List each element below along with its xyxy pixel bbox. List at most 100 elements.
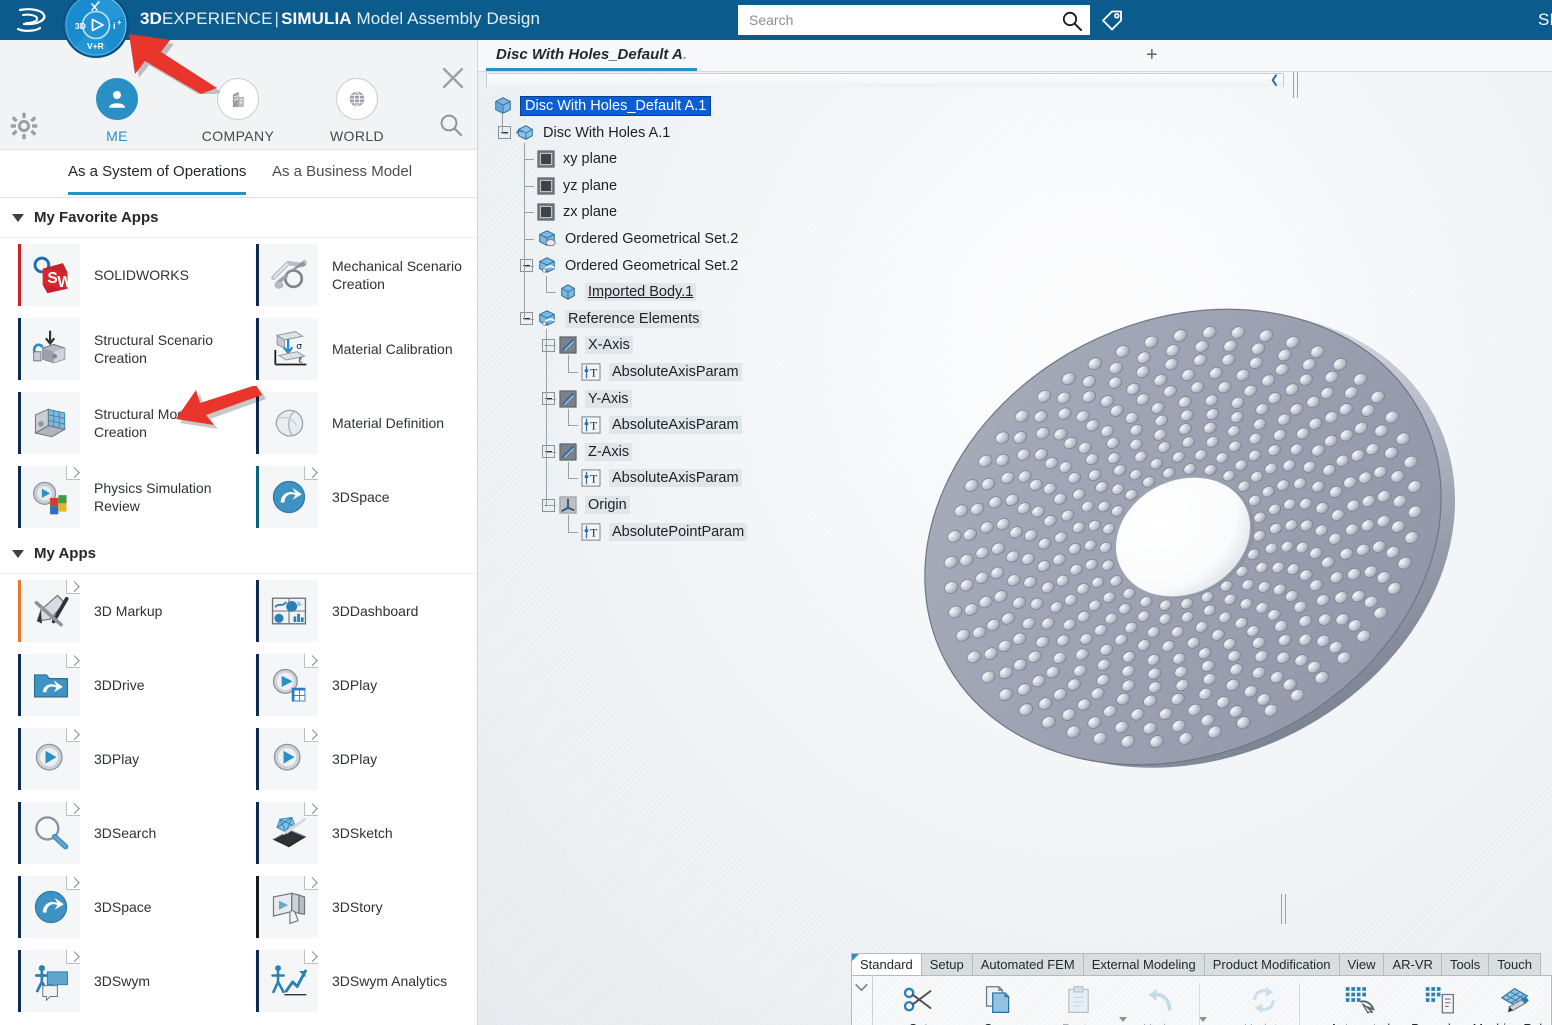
action-bar-tab[interactable]: Product Modification xyxy=(1203,953,1340,975)
tree-node[interactable]: Reference Elements xyxy=(520,307,703,331)
shortcut-corner-icon xyxy=(66,654,80,668)
tag-icon[interactable] xyxy=(1100,8,1124,32)
app-item[interactable]: Structural Model Creation xyxy=(0,386,238,460)
3d-compass[interactable]: 3D i + V+R xyxy=(61,0,131,60)
tree-splitter-handle[interactable] xyxy=(1293,72,1299,98)
app-item[interactable]: 3D Markup xyxy=(0,574,238,648)
tree-node[interactable]: T AbsoluteAxisParam xyxy=(564,466,742,490)
panel-search-icon[interactable] xyxy=(438,112,464,138)
svg-text:V+R: V+R xyxy=(87,41,104,51)
plane-icon xyxy=(537,177,555,195)
tree-connector xyxy=(568,531,578,533)
action-update-button[interactable]: Update xyxy=(1219,981,1309,1025)
action-bar-tab[interactable]: Standard xyxy=(851,953,922,975)
app-item[interactable]: Structural Scenario Creation xyxy=(0,312,238,386)
app-item[interactable]: Material Definition xyxy=(238,386,476,460)
scope-me[interactable]: ME xyxy=(62,78,172,144)
app-name: 3DDrive xyxy=(94,677,145,693)
undo-icon xyxy=(1119,981,1197,1019)
action-bar-collapse-icon[interactable] xyxy=(851,975,873,1025)
section-header-my-apps[interactable]: My Apps xyxy=(0,534,477,574)
3dplay-icon xyxy=(256,728,318,790)
brand-app-name: Model Assembly Design xyxy=(356,9,540,28)
action-automated-fem-button[interactable]: Automated FEM xyxy=(1319,981,1401,1025)
search-input[interactable] xyxy=(739,6,1057,34)
app-item[interactable]: Physics Simulation Review xyxy=(0,460,238,534)
tree-node[interactable]: yz plane xyxy=(520,174,617,198)
tree-header-bar: ❮ xyxy=(486,73,1284,87)
tree-node[interactable]: Disc With Holes A.1 xyxy=(498,121,670,145)
action-copy-button[interactable]: Copy xyxy=(959,981,1037,1025)
tree-connector xyxy=(568,425,578,427)
tree-node[interactable]: T AbsoluteAxisParam xyxy=(564,413,742,437)
tree-collapse-icon[interactable]: ❮ xyxy=(1270,75,1280,86)
action-bar-tab[interactable]: External Modeling xyxy=(1082,953,1205,975)
action-bar-tab[interactable]: Automated FEM xyxy=(971,953,1084,975)
geo-set-icon xyxy=(537,309,557,329)
tree-node[interactable]: Ordered Geometrical Set.2 xyxy=(520,227,738,251)
chevron-down-icon[interactable] xyxy=(12,549,24,558)
add-tab-button[interactable]: + xyxy=(1146,45,1158,65)
global-search[interactable] xyxy=(738,5,1090,35)
viewport-splitter-handle[interactable] xyxy=(1281,894,1287,924)
app-item[interactable]: 3DStory xyxy=(238,870,476,944)
section-header-my-favorite-apps[interactable]: My Favorite Apps xyxy=(0,198,477,238)
3dplay-windows-icon xyxy=(256,654,318,716)
app-item[interactable]: 3DPlay xyxy=(238,648,476,722)
app-item[interactable]: 3DSearch xyxy=(0,796,238,870)
scope-world[interactable]: WORLD xyxy=(302,78,412,144)
param-icon: T xyxy=(581,469,601,487)
section-title: My Apps xyxy=(34,545,96,562)
apps-scroll-area[interactable]: My Favorite Apps S W SOLIDWORKS Mechanical … xyxy=(0,198,477,1025)
app-item[interactable]: 3DSwym xyxy=(0,944,238,1018)
tree-node[interactable]: xy plane xyxy=(520,147,617,171)
tab-as-a-business-model[interactable]: As a Business Model xyxy=(272,163,412,192)
3d-viewport[interactable]: ❮ Disc With Holes_Default A.1 Disc With H… xyxy=(478,72,1552,1025)
action-cut-button[interactable]: Cut xyxy=(879,981,957,1025)
action-bar-tab[interactable]: View xyxy=(1338,953,1385,975)
app-item[interactable]: σ ε Material Calibration xyxy=(238,312,476,386)
action-undo-button[interactable]: Undo xyxy=(1119,981,1197,1025)
tree-node[interactable]: zx plane xyxy=(520,200,617,224)
scope-company[interactable]: COMPANY xyxy=(183,78,293,144)
action-paste-button[interactable]: Paste xyxy=(1039,981,1117,1025)
tree-node[interactable]: Disc With Holes_Default A.1 xyxy=(478,94,712,118)
svg-text:i: i xyxy=(113,21,116,31)
shortcut-corner-icon xyxy=(66,580,80,594)
app-name: 3DSwym Analytics xyxy=(332,973,448,989)
action-bar-tab[interactable]: Touch xyxy=(1488,953,1541,975)
tree-node[interactable]: Imported Body.1 xyxy=(542,280,697,304)
action-bar-tab[interactable]: AR-VR xyxy=(1383,953,1442,975)
action-meshing-rules-editor-button[interactable]: Meshing Rules Editor xyxy=(1471,981,1552,1025)
app-item[interactable]: Mechanical Scenario Creation xyxy=(238,238,476,312)
gear-icon[interactable] xyxy=(10,112,38,140)
app-item[interactable]: 3DSpace xyxy=(238,460,476,534)
top-bar: 3DEXPERIENCE | SIMULIA Model Assembly Desi… xyxy=(0,0,1552,40)
chevron-down-icon[interactable] xyxy=(12,213,24,222)
app-item[interactable]: 3DSketch xyxy=(238,796,476,870)
app-item[interactable]: 3DSwym Analytics xyxy=(238,944,476,1018)
app-item[interactable]: 3DPlay xyxy=(0,722,238,796)
document-tab[interactable]: Disc With Holes_Default A. xyxy=(486,40,698,71)
dassault-systemes-logo[interactable] xyxy=(14,7,54,33)
app-item[interactable]: 3DDrive xyxy=(0,648,238,722)
close-icon[interactable] xyxy=(440,65,466,91)
3dswym-analytics-icon xyxy=(256,950,318,1012)
dropdown-caret-icon[interactable] xyxy=(1199,1017,1207,1022)
search-icon[interactable] xyxy=(1061,10,1083,32)
tree-node[interactable]: Ordered Geometrical Set.2 xyxy=(520,254,738,278)
tree-node[interactable]: T AbsolutePointParam xyxy=(564,520,748,544)
action-bar-tab[interactable]: Tools xyxy=(1440,953,1490,975)
app-item[interactable]: 3DSpace xyxy=(0,870,238,944)
user-initials[interactable]: SI xyxy=(1538,10,1552,30)
action-procedure-import-button[interactable]: Procedure Import xyxy=(1399,981,1481,1025)
specification-tree[interactable]: ❮ Disc With Holes_Default A.1 Disc With H… xyxy=(486,72,1298,546)
param-icon: T xyxy=(581,416,601,434)
app-item[interactable]: 3DPlay xyxy=(238,722,476,796)
tree-node[interactable]: T AbsoluteAxisParam xyxy=(564,360,742,384)
tab-as-a-system-of-operations[interactable]: As a System of Operations xyxy=(68,163,247,195)
app-item[interactable]: 3DDashboard xyxy=(238,574,476,648)
3dstory-icon xyxy=(256,876,318,938)
app-item[interactable]: S W SOLIDWORKS xyxy=(0,238,238,312)
action-bar-tab[interactable]: Setup xyxy=(920,953,973,975)
